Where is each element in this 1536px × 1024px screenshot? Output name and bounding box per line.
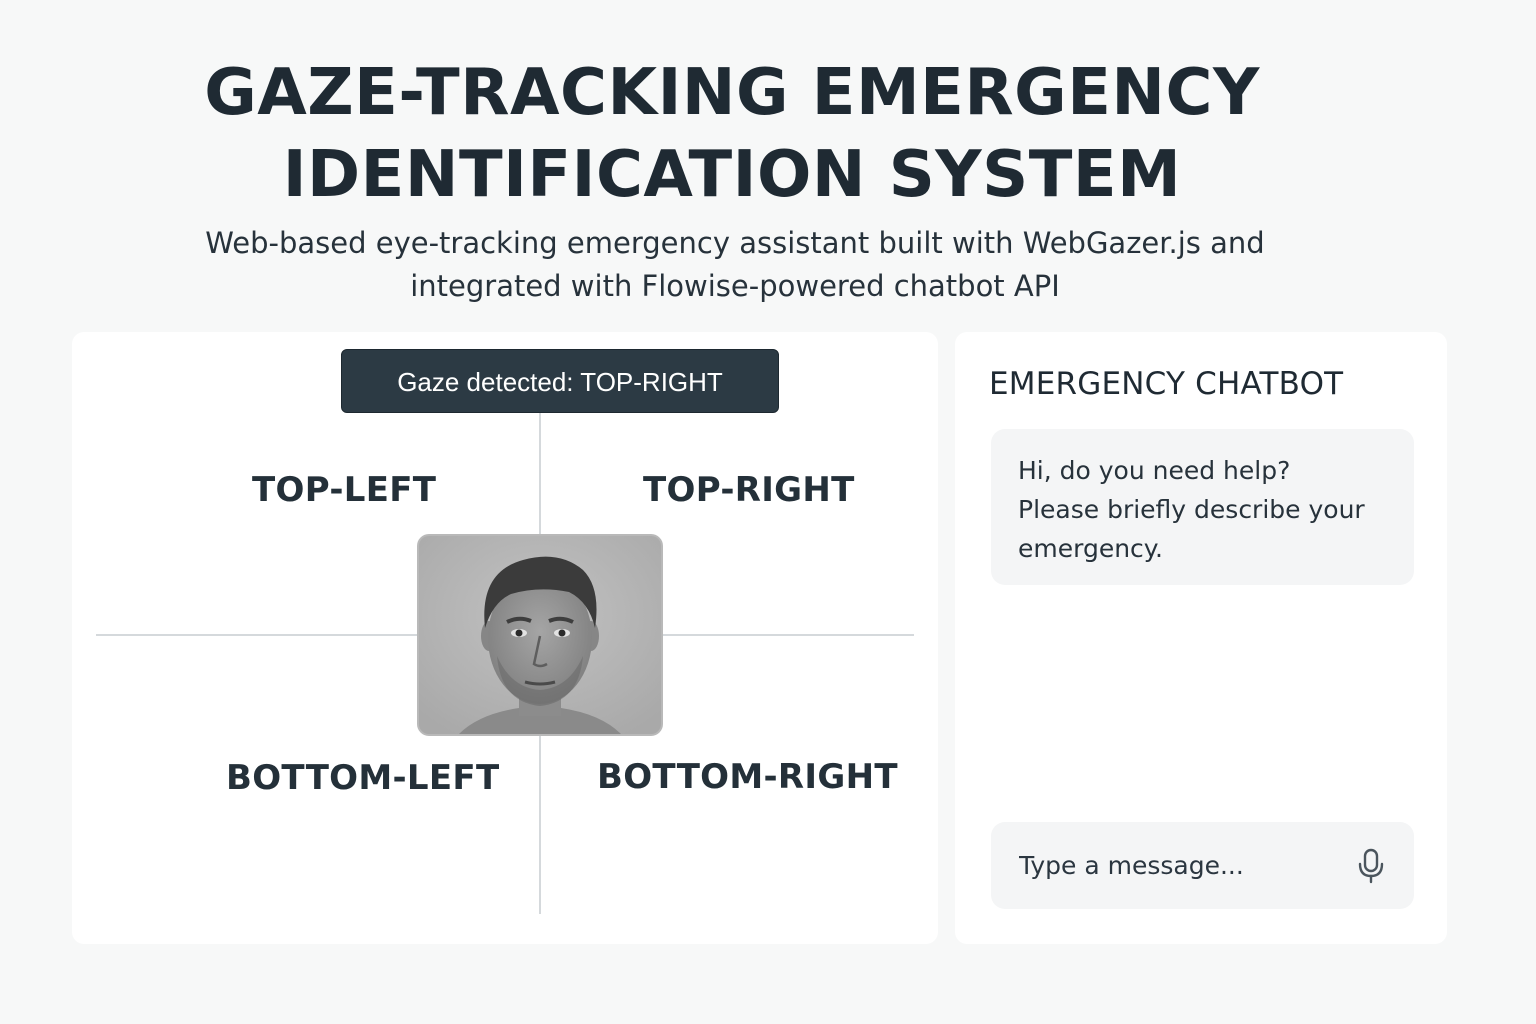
microphone-icon[interactable] <box>1356 848 1386 884</box>
bot-message-line-3: emergency. <box>1018 534 1163 563</box>
page-subtitle: Web-based eye-tracking emergency assista… <box>0 222 1470 308</box>
webcam-feed <box>417 534 663 736</box>
bot-message-line-1: Hi, do you need help? <box>1018 456 1291 485</box>
gaze-status-banner: Gaze detected: TOP-RIGHT <box>341 349 779 413</box>
message-input[interactable] <box>991 822 1341 909</box>
chatbot-panel: EMERGENCY CHATBOT Hi, do you need help? … <box>955 332 1447 944</box>
page-title-line-2: IDENTIFICATION SYSTEM <box>282 138 1182 212</box>
quadrant-bottom-left[interactable]: BOTTOM-LEFT <box>226 758 499 798</box>
quadrant-top-left[interactable]: TOP-LEFT <box>252 470 436 510</box>
page-subtitle-line-1: Web-based eye-tracking emergency assista… <box>205 226 1265 260</box>
bot-message-line-2: Please briefly describe your <box>1018 495 1365 524</box>
gaze-tracking-panel: Gaze detected: TOP-RIGHT TOP-LEFT TOP-RI… <box>72 332 938 944</box>
page-title-line-1: GAZE-TRACKING EMERGENCY <box>204 56 1260 130</box>
chatbot-title: EMERGENCY CHATBOT <box>989 366 1344 402</box>
quadrant-top-right[interactable]: TOP-RIGHT <box>643 470 855 510</box>
page-title: GAZE-TRACKING EMERGENCY IDENTIFICATION S… <box>0 52 1464 216</box>
bot-message-bubble: Hi, do you need help? Please briefly des… <box>991 429 1414 585</box>
page: GAZE-TRACKING EMERGENCY IDENTIFICATION S… <box>0 0 1536 1024</box>
page-subtitle-line-2: integrated with Flowise-powered chatbot … <box>410 269 1060 303</box>
quadrant-bottom-right[interactable]: BOTTOM-RIGHT <box>597 757 898 797</box>
message-input-container <box>991 822 1414 909</box>
webcam-face-image <box>419 536 661 734</box>
